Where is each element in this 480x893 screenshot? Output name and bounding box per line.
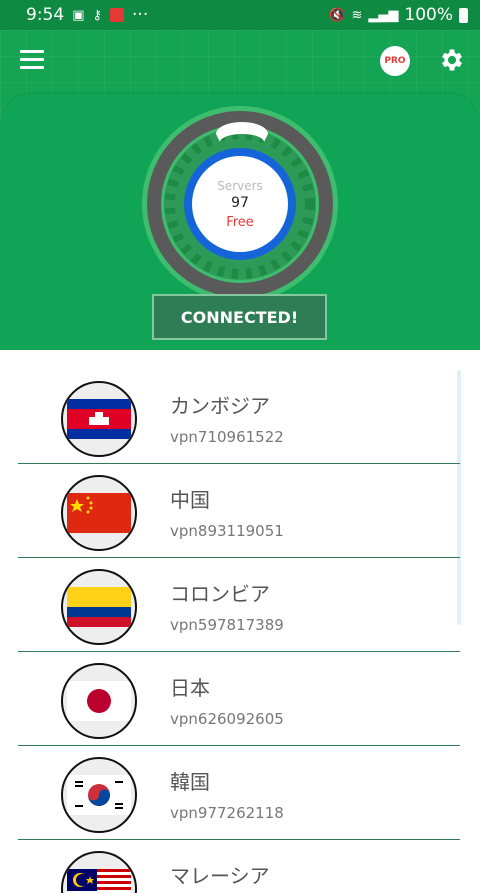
china-flag-icon	[61, 475, 137, 551]
pro-button[interactable]: PRO	[380, 46, 410, 76]
menu-icon-bar	[20, 58, 44, 61]
flag-graphic	[67, 399, 131, 439]
gauge-label: Servers	[217, 178, 263, 193]
status-left: 9:54 ▣ ⚷ ···	[26, 5, 148, 25]
flag-graphic	[67, 587, 131, 627]
list-item[interactable]: 韓国 vpn977262118	[18, 746, 460, 840]
status-right: 🔇 ≋ ▂▄▆ 100%	[329, 5, 468, 25]
server-id: vpn977262118	[170, 804, 284, 822]
app-badge-icon	[110, 8, 125, 22]
server-count: 97	[231, 194, 249, 211]
list-item[interactable]: マレーシア	[18, 840, 460, 893]
country-name: 中国	[170, 488, 210, 512]
flag-graphic	[67, 775, 131, 815]
image-icon: ▣	[72, 7, 85, 23]
battery-icon	[459, 7, 468, 23]
status-time: 9:54	[26, 5, 65, 25]
list-item[interactable]: 日本 vpn626092605	[18, 652, 460, 746]
list-item[interactable]: コロンビア vpn597817389	[18, 558, 460, 652]
gauge-center: Servers 97 Free	[192, 156, 288, 252]
japan-flag-icon	[61, 663, 137, 739]
signal-icon: ▂▄▆	[368, 7, 399, 23]
mute-icon: 🔇	[329, 7, 346, 23]
list-item[interactable]: 中国 vpn893119051	[18, 464, 460, 558]
key-icon: ⚷	[92, 7, 103, 23]
wifi-icon: ≋	[351, 7, 363, 23]
server-id: vpn626092605	[170, 710, 284, 728]
server-id: vpn893119051	[170, 522, 284, 540]
cambodia-flag-icon	[61, 381, 137, 457]
connect-button[interactable]: CONNECTED!	[152, 294, 327, 340]
app-header: PRO Servers 97 Free CONNECTED!	[0, 30, 480, 394]
server-id: vpn597817389	[170, 616, 284, 634]
country-name: マレーシア	[170, 864, 270, 888]
server-tier: Free	[226, 214, 254, 230]
country-name: コロンビア	[170, 582, 270, 606]
status-bar: 9:54 ▣ ⚷ ··· 🔇 ≋ ▂▄▆ 100%	[0, 0, 480, 30]
flag-graphic	[67, 681, 131, 721]
server-id: vpn710961522	[170, 428, 284, 446]
country-name: 韓国	[170, 770, 210, 794]
menu-icon-bar	[20, 66, 44, 69]
list-item[interactable]: カンボジア vpn710961522	[18, 370, 460, 464]
menu-icon-bar	[20, 50, 44, 53]
flag-graphic	[67, 493, 131, 533]
colombia-flag-icon	[61, 569, 137, 645]
gear-icon[interactable]	[438, 46, 466, 74]
country-name: カンボジア	[170, 394, 270, 418]
battery-percent: 100%	[404, 5, 453, 25]
malaysia-flag-icon	[61, 851, 137, 893]
country-name: 日本	[170, 676, 210, 700]
more-notifications-icon: ···	[132, 5, 149, 25]
flag-graphic	[67, 869, 131, 893]
korea-flag-icon	[61, 757, 137, 833]
menu-button[interactable]	[20, 50, 46, 70]
connect-button-label: CONNECTED!	[180, 307, 299, 327]
server-gauge: Servers 97 Free	[140, 104, 340, 304]
server-list[interactable]: カンボジア vpn710961522 中国 vpn893119051 コロンビア…	[0, 350, 480, 893]
pro-label: PRO	[384, 56, 406, 66]
